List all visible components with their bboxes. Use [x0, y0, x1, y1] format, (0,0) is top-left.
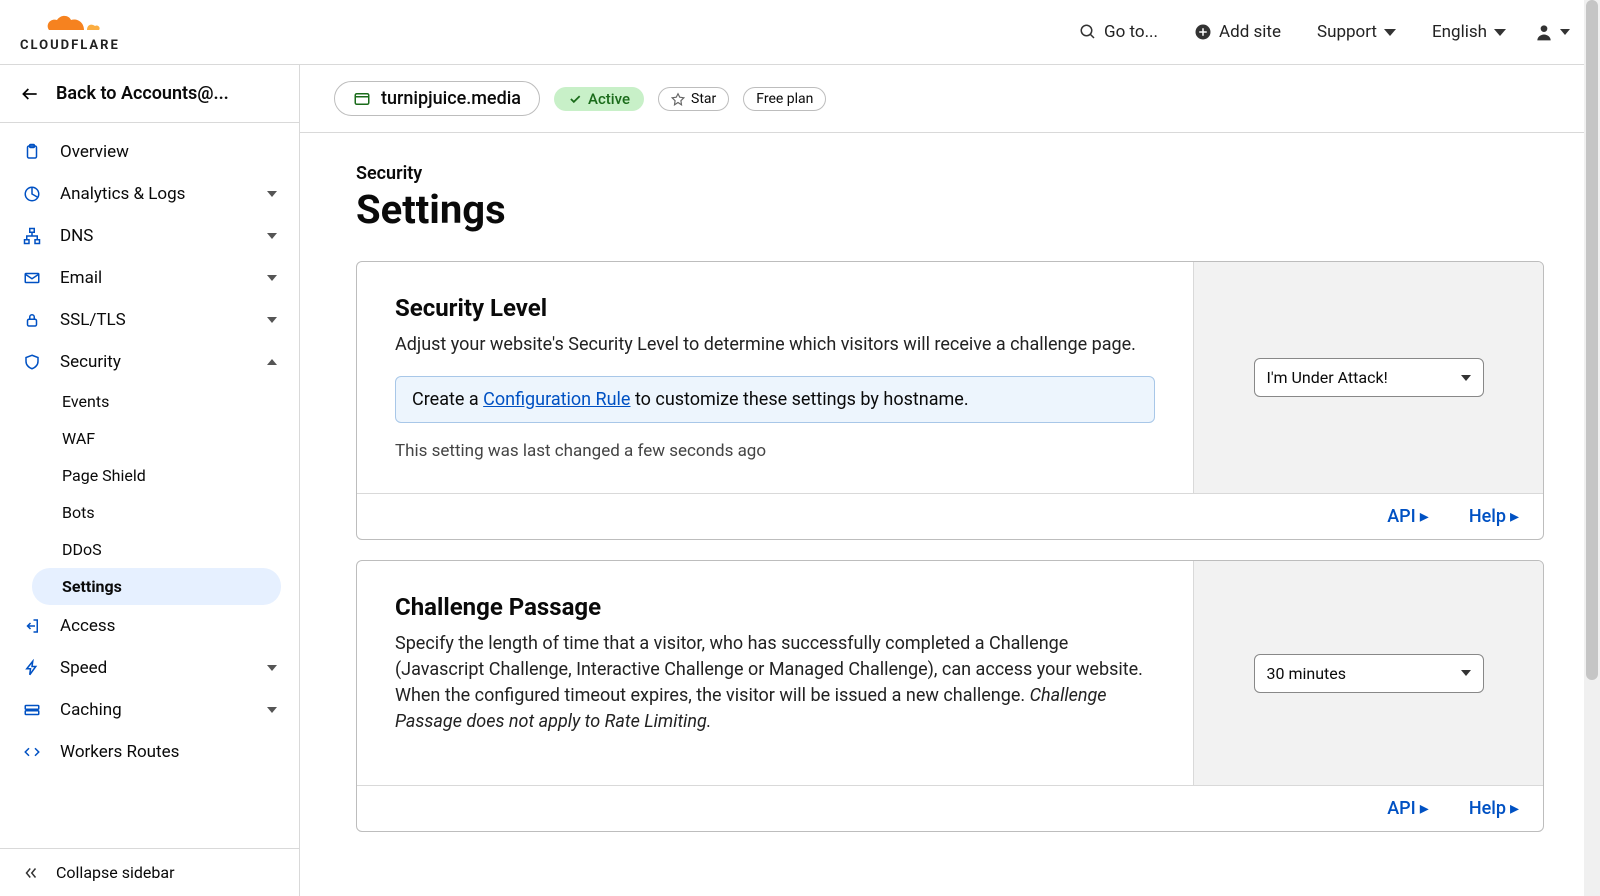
- subnav-bots[interactable]: Bots: [62, 494, 299, 531]
- nav-security[interactable]: Security: [0, 341, 299, 383]
- security-submenu: Events WAF Page Shield Bots DDoS Setting…: [0, 383, 299, 605]
- shield-icon: [22, 353, 42, 371]
- chevron-down-icon: [267, 191, 277, 197]
- user-icon: [1534, 22, 1554, 42]
- subnav-settings[interactable]: Settings: [32, 568, 281, 605]
- check-icon: [568, 92, 582, 106]
- status-active: Active: [554, 87, 644, 111]
- scrollbar[interactable]: [1584, 0, 1600, 896]
- support-menu[interactable]: Support: [1299, 22, 1414, 42]
- page-eyebrow: Security: [356, 163, 1544, 184]
- challenge-passage-select[interactable]: 30 minutes: [1254, 654, 1484, 693]
- pie-chart-icon: [22, 185, 42, 203]
- caret-down-icon: [1384, 29, 1396, 36]
- subnav-page-shield[interactable]: Page Shield: [62, 457, 299, 494]
- caret-down-icon: [1461, 375, 1471, 381]
- api-link[interactable]: API▸: [1387, 798, 1429, 819]
- help-link[interactable]: Help▸: [1469, 798, 1519, 819]
- arrow-left-icon: [20, 84, 40, 104]
- card-challenge-passage: Challenge Passage Specify the length of …: [356, 560, 1544, 832]
- chevron-down-icon: [267, 665, 277, 671]
- exit-icon: [22, 617, 42, 635]
- subnav-ddos[interactable]: DDoS: [62, 531, 299, 568]
- window-icon: [353, 90, 371, 108]
- back-to-accounts[interactable]: Back to Accounts@...: [0, 65, 299, 123]
- drive-icon: [22, 701, 42, 719]
- card-title: Security Level: [395, 294, 1155, 322]
- search-icon: [1079, 23, 1097, 41]
- chevron-up-icon: [267, 359, 277, 365]
- plan-badge[interactable]: Free plan: [743, 87, 826, 111]
- nav-analytics[interactable]: Analytics & Logs: [0, 173, 299, 215]
- card-desc: Adjust your website's Security Level to …: [395, 332, 1155, 358]
- goto-search[interactable]: Go to...: [1061, 22, 1176, 42]
- cloudflare-logo[interactable]: CLOUDFLARE: [20, 12, 120, 53]
- nav-caching[interactable]: Caching: [0, 689, 299, 731]
- star-icon: [671, 92, 685, 106]
- star-button[interactable]: Star: [658, 87, 729, 111]
- main-content: turnipjuice.media Active Star Free plan …: [300, 65, 1600, 896]
- card-security-level: Security Level Adjust your website's Sec…: [356, 261, 1544, 540]
- top-header: CLOUDFLARE Go to... Add site Support Eng…: [0, 0, 1600, 65]
- caret-down-icon: [1560, 29, 1570, 35]
- lock-icon: [22, 311, 42, 329]
- api-link[interactable]: API▸: [1387, 506, 1429, 527]
- nav-speed[interactable]: Speed: [0, 647, 299, 689]
- sidebar: Back to Accounts@... Overview Analytics …: [0, 65, 300, 896]
- nav-email[interactable]: Email: [0, 257, 299, 299]
- domain-chip[interactable]: turnipjuice.media: [334, 81, 540, 116]
- collapse-sidebar[interactable]: Collapse sidebar: [0, 848, 299, 896]
- card-title: Challenge Passage: [395, 593, 1155, 621]
- chevron-down-icon: [267, 317, 277, 323]
- chevron-down-icon: [267, 233, 277, 239]
- page-title: Settings: [356, 186, 1544, 233]
- domain-bar: turnipjuice.media Active Star Free plan: [300, 65, 1600, 133]
- configuration-rule-link[interactable]: Configuration Rule: [483, 389, 630, 410]
- add-site-button[interactable]: Add site: [1176, 22, 1299, 42]
- bolt-icon: [22, 659, 42, 677]
- chevron-down-icon: [267, 275, 277, 281]
- chevron-down-icon: [267, 707, 277, 713]
- language-menu[interactable]: English: [1414, 22, 1524, 42]
- subnav-waf[interactable]: WAF: [62, 420, 299, 457]
- account-menu[interactable]: [1524, 22, 1580, 42]
- nav-access[interactable]: Access: [0, 605, 299, 647]
- security-level-select[interactable]: I'm Under Attack!: [1254, 358, 1484, 397]
- cloud-icon: [39, 12, 101, 36]
- subnav-events[interactable]: Events: [62, 383, 299, 420]
- code-icon: [22, 743, 42, 761]
- chevrons-left-icon: [22, 864, 40, 882]
- card-desc: Specify the length of time that a visito…: [395, 631, 1155, 735]
- nav-overview[interactable]: Overview: [0, 131, 299, 173]
- config-rule-note: Create a Configuration Rule to customize…: [395, 376, 1155, 423]
- nav-dns[interactable]: DNS: [0, 215, 299, 257]
- caret-down-icon: [1461, 670, 1471, 676]
- nav-ssl-tls[interactable]: SSL/TLS: [0, 299, 299, 341]
- scrollbar-thumb[interactable]: [1586, 0, 1598, 680]
- plus-circle-icon: [1194, 23, 1212, 41]
- sitemap-icon: [22, 227, 42, 245]
- clipboard-icon: [22, 143, 42, 161]
- sidebar-nav: Overview Analytics & Logs DNS Email SSL/…: [0, 123, 299, 781]
- nav-workers[interactable]: Workers Routes: [0, 731, 299, 773]
- caret-down-icon: [1494, 29, 1506, 36]
- envelope-icon: [22, 269, 42, 287]
- last-changed-text: This setting was last changed a few seco…: [395, 441, 1155, 461]
- help-link[interactable]: Help▸: [1469, 506, 1519, 527]
